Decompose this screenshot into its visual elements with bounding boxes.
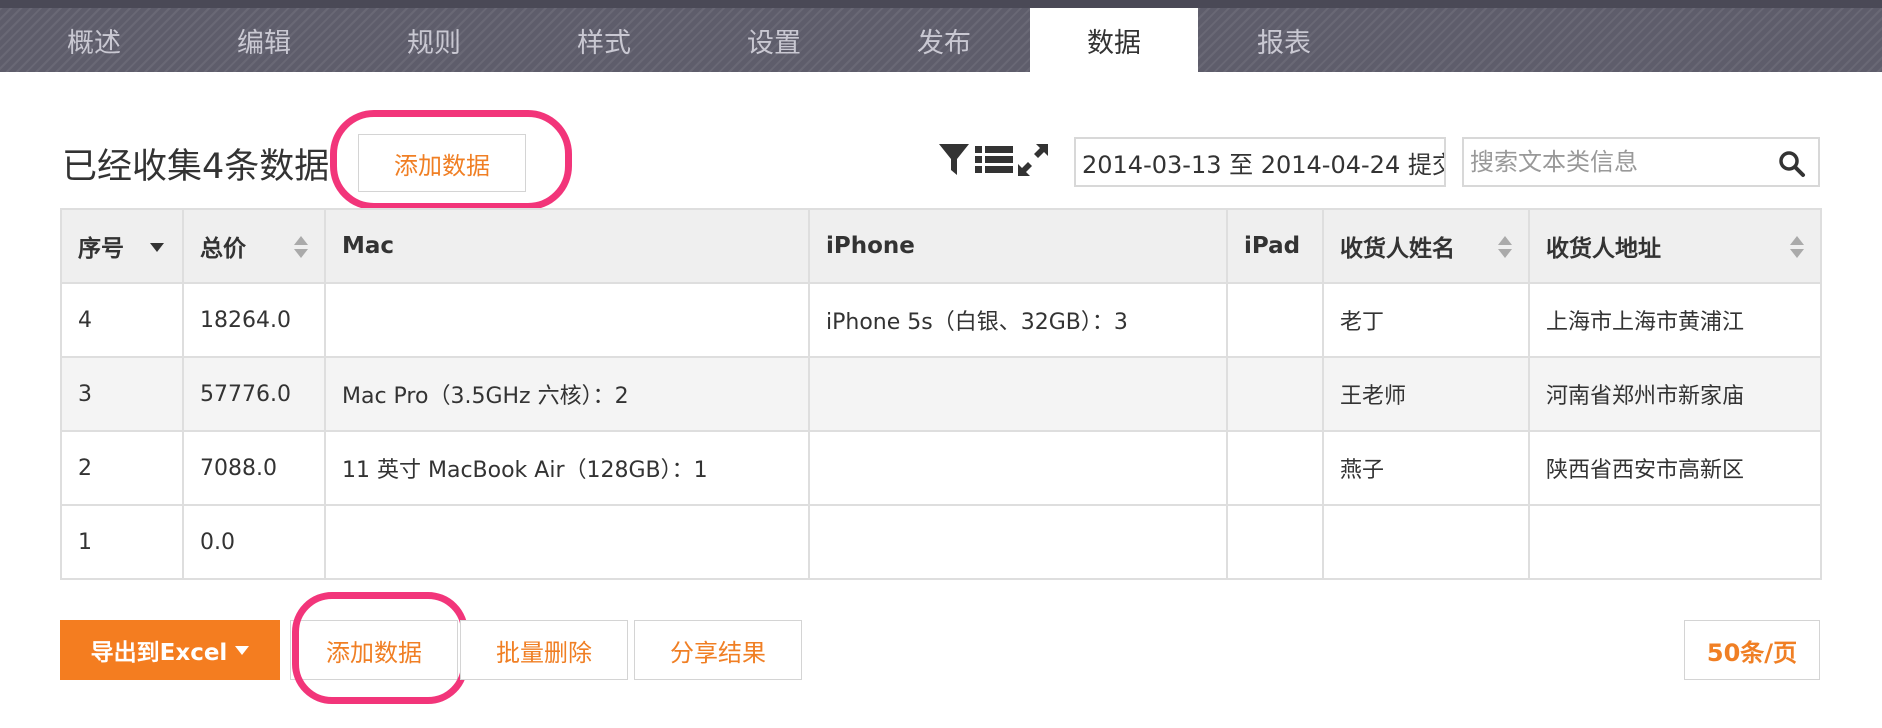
cell-total: 7088.0 [182, 430, 326, 506]
cell-receiver-address: 上海市上海市黄浦江 [1528, 282, 1822, 358]
cell-receiver-address: 河南省郑州市新家庙 [1528, 356, 1822, 432]
batch-delete-button[interactable]: 批量删除 [460, 620, 628, 680]
column-header-label: Mac [342, 233, 395, 259]
tab-rules[interactable]: 规则 [350, 8, 518, 72]
cell-receiver-name: 老丁 [1322, 282, 1530, 358]
table-row[interactable]: 2 7088.0 11 英寸 MacBook Air（128GB）：1 燕子 陕… [60, 430, 1822, 506]
column-header-receiver-name[interactable]: 收货人姓名 [1322, 208, 1530, 284]
cell-mac: Mac Pro（3.5GHz 六核）：2 [324, 356, 810, 432]
sort-icon [294, 236, 308, 258]
tab-report[interactable]: 报表 [1200, 8, 1368, 72]
tab-data[interactable]: 数据 [1030, 8, 1198, 72]
tab-settings[interactable]: 设置 [690, 8, 858, 72]
column-header-label: 序号 [78, 236, 124, 262]
column-header-label: 收货人地址 [1546, 236, 1661, 262]
sort-desc-icon [150, 243, 164, 252]
cell-receiver-name: 王老师 [1322, 356, 1530, 432]
search-input[interactable] [1464, 139, 1764, 185]
table-header-row: 序号 总价 Mac iPhone iPad 收货人姓名 收货人地址 [60, 208, 1822, 284]
column-header-label: 总价 [200, 236, 246, 262]
cell-index: 2 [60, 430, 184, 506]
sort-icon [1790, 236, 1804, 258]
share-results-button[interactable]: 分享结果 [634, 620, 802, 680]
column-header-label: 收货人姓名 [1340, 236, 1455, 262]
filter-icon[interactable] [938, 142, 970, 178]
cell-index: 4 [60, 282, 184, 358]
cell-receiver-address: 陕西省西安市高新区 [1528, 430, 1822, 506]
cell-iphone [808, 430, 1228, 506]
column-header-ipad: iPad [1226, 208, 1324, 284]
cell-index: 3 [60, 356, 184, 432]
add-data-button-top[interactable]: 添加数据 [358, 134, 526, 192]
cell-receiver-name: 燕子 [1322, 430, 1530, 506]
cell-ipad [1226, 282, 1324, 358]
table-row[interactable]: 4 18264.0 iPhone 5s（白银、32GB）：3 老丁 上海市上海市… [60, 282, 1822, 358]
cell-mac: 11 英寸 MacBook Air（128GB）：1 [324, 430, 810, 506]
cell-iphone [808, 356, 1228, 432]
cell-ipad [1226, 430, 1324, 506]
column-header-total[interactable]: 总价 [182, 208, 326, 284]
cell-iphone: iPhone 5s（白银、32GB）：3 [808, 282, 1228, 358]
list-icon[interactable] [975, 142, 1013, 178]
tab-edit[interactable]: 编辑 [180, 8, 348, 72]
column-header-mac: Mac [324, 208, 810, 284]
search-box [1462, 137, 1820, 187]
page-title: 已经收集4条数据 [62, 147, 330, 187]
date-range-filter[interactable]: 2014-03-13 至 2014-04-24 提交 [1074, 137, 1446, 187]
column-header-label: iPad [1244, 233, 1301, 259]
column-header-iphone: iPhone [808, 208, 1228, 284]
tab-overview[interactable]: 概述 [10, 8, 178, 72]
page-size-button[interactable]: 50条/页 [1684, 620, 1820, 680]
tab-publish[interactable]: 发布 [860, 8, 1028, 72]
tab-style[interactable]: 样式 [520, 8, 688, 72]
column-header-index[interactable]: 序号 [60, 208, 184, 284]
expand-icon[interactable] [1016, 142, 1050, 178]
cell-index: 1 [60, 504, 184, 580]
cell-mac [324, 504, 810, 580]
top-tab-bar: 概述 编辑 规则 样式 设置 发布 数据 报表 [0, 0, 1882, 72]
caret-down-icon [235, 645, 250, 655]
table-row[interactable]: 3 57776.0 Mac Pro（3.5GHz 六核）：2 王老师 河南省郑州… [60, 356, 1822, 432]
sort-icon [1498, 236, 1512, 258]
cell-iphone [808, 504, 1228, 580]
table-row[interactable]: 1 0.0 [60, 504, 1822, 580]
search-icon[interactable] [1778, 150, 1806, 178]
cell-ipad [1226, 356, 1324, 432]
cell-total: 18264.0 [182, 282, 326, 358]
cell-mac [324, 282, 810, 358]
column-header-receiver-address[interactable]: 收货人地址 [1528, 208, 1822, 284]
cell-receiver-name [1322, 504, 1530, 580]
cell-total: 0.0 [182, 504, 326, 580]
export-excel-label: 导出到Excel [90, 640, 228, 666]
cell-ipad [1226, 504, 1324, 580]
data-table: 序号 总价 Mac iPhone iPad 收货人姓名 收货人地址 4 1826… [60, 208, 1822, 580]
add-data-button-bottom[interactable]: 添加数据 [290, 620, 458, 680]
column-header-label: iPhone [826, 233, 915, 259]
export-excel-button[interactable]: 导出到Excel [60, 620, 280, 680]
cell-total: 57776.0 [182, 356, 326, 432]
cell-receiver-address [1528, 504, 1822, 580]
